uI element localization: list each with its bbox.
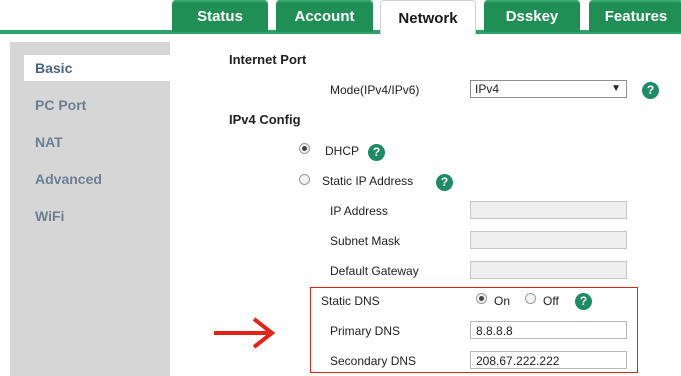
help-icon[interactable]: ?	[368, 144, 385, 161]
static-ip-label: Static IP Address	[322, 174, 414, 188]
tab-account[interactable]: Account	[276, 0, 373, 32]
mode-select[interactable]: IPv4 ▼	[470, 80, 627, 98]
internet-port-heading: Internet Port	[229, 52, 307, 67]
tab-features[interactable]: Features	[589, 0, 681, 32]
static-dns-on-radio[interactable]	[476, 293, 487, 304]
ip-address-label: IP Address	[330, 204, 388, 218]
primary-dns-field[interactable]: 8.8.8.8	[470, 321, 627, 339]
secondary-dns-label: Secondary DNS	[330, 354, 417, 368]
ipv4-config-heading: IPv4 Config	[229, 112, 301, 127]
sidebar-item-basic[interactable]: Basic	[24, 55, 182, 81]
chevron-down-icon: ▼	[611, 83, 621, 94]
static-ip-radio[interactable]	[299, 174, 310, 185]
top-nav-bar: Status Account Network Dsskey Features	[0, 0, 681, 35]
static-dns-on-label: On	[494, 294, 511, 308]
subnet-mask-field[interactable]	[470, 231, 627, 249]
subnet-mask-label: Subnet Mask	[330, 234, 401, 248]
static-dns-off-radio[interactable]	[525, 293, 536, 304]
sidebar-item-nat[interactable]: NAT	[24, 129, 63, 155]
ip-address-field[interactable]	[470, 201, 627, 219]
dhcp-label: DHCP	[325, 144, 360, 158]
mode-label: Mode(IPv4/IPv6)	[330, 83, 420, 97]
primary-dns-label: Primary DNS	[330, 324, 401, 338]
static-dns-off-label: Off	[543, 294, 559, 308]
tab-network[interactable]: Network	[380, 0, 476, 35]
help-icon[interactable]: ?	[575, 293, 592, 310]
default-gateway-label: Default Gateway	[330, 264, 419, 278]
secondary-dns-field[interactable]: 208.67.222.222	[470, 351, 627, 369]
sidebar-item-wifi[interactable]: WiFi	[24, 203, 64, 229]
mode-select-value: IPv4	[475, 82, 500, 96]
help-icon[interactable]: ?	[436, 174, 453, 191]
tab-status[interactable]: Status	[172, 0, 268, 32]
sidebar: Basic PC Port NAT Advanced WiFi	[10, 42, 182, 376]
dhcp-radio[interactable]	[299, 143, 310, 154]
default-gateway-field[interactable]	[470, 261, 627, 279]
sidebar-item-advanced[interactable]: Advanced	[24, 166, 102, 192]
red-arrow-icon	[214, 317, 276, 349]
tab-dsskey[interactable]: Dsskey	[484, 0, 580, 32]
help-icon[interactable]: ?	[642, 82, 659, 99]
static-dns-label: Static DNS	[321, 294, 380, 308]
sidebar-item-pc-port[interactable]: PC Port	[24, 92, 86, 118]
